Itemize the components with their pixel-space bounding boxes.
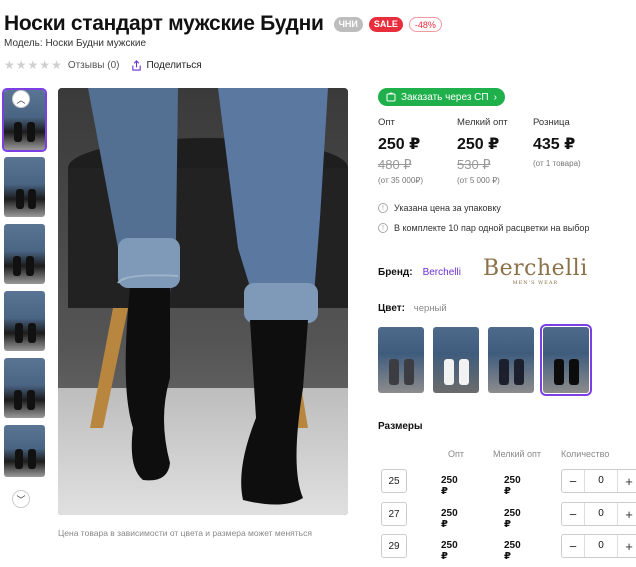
star-icon: ★ xyxy=(27,58,39,72)
info-text: Указана цена за упаковку xyxy=(394,203,501,213)
brand-row: Бренд: Berchelli Berchelli MEN'S WEAR xyxy=(378,256,588,287)
brand-label: Бренд: xyxy=(378,266,413,278)
brand-logo[interactable]: Berchelli MEN'S WEAR xyxy=(482,256,588,287)
size-opt-price: 250 ₽ xyxy=(441,508,458,530)
color-swatch-gray[interactable] xyxy=(378,327,424,393)
thumbnails-up-button[interactable]: ︿ xyxy=(12,90,30,108)
star-icon: ★ xyxy=(39,58,51,72)
model-label: Модель: Носки Будни мужские xyxy=(4,38,147,49)
chevron-down-icon: ﹀ xyxy=(16,494,26,505)
price-note: (от 5 000 ₽) xyxy=(457,176,500,185)
price-current: 435 ₽ xyxy=(533,136,576,153)
size-opt-price: 250 ₽ xyxy=(441,475,458,497)
quantity-input[interactable]: 0 xyxy=(584,535,618,557)
size-small-opt-price: 250 ₽ xyxy=(504,508,521,530)
brand-link[interactable]: Berchelli xyxy=(423,267,461,278)
chi-badge: ЧНИ xyxy=(333,16,363,32)
price-note: (от 1 товара) xyxy=(533,159,581,168)
header-opt: Опт xyxy=(448,449,464,459)
size-small-opt-price: 250 ₽ xyxy=(504,540,521,562)
rating-stars[interactable]: ★ ★ ★ ★ ★ xyxy=(4,58,62,72)
title-row: Носки стандарт мужские Будни ЧНИ SALE -4… xyxy=(4,12,442,36)
price-current: 250 ₽ xyxy=(457,136,500,153)
size-opt-price: 250 ₽ xyxy=(441,540,458,562)
chevron-right-icon: › xyxy=(493,91,497,103)
color-row: Цвет: черный xyxy=(378,303,447,314)
color-swatches xyxy=(378,324,592,396)
minus-button[interactable]: − xyxy=(562,539,584,554)
color-swatch-navy[interactable] xyxy=(488,327,534,393)
size-value: 25 xyxy=(381,469,407,493)
star-icon: ★ xyxy=(4,58,15,72)
star-icon: ★ xyxy=(51,58,62,72)
price-retail: Розница 435 ₽ (от 1 товара) xyxy=(533,117,581,168)
thumbnail-4[interactable] xyxy=(4,291,45,351)
info-line: ! Указана цена за упаковку xyxy=(378,203,501,213)
plus-button[interactable]: + xyxy=(618,539,636,554)
color-swatch-white[interactable] xyxy=(433,327,479,393)
info-text: В комплекте 10 пар одной расцветки на вы… xyxy=(394,223,590,233)
sizes-title: Размеры xyxy=(378,421,423,432)
product-main-image[interactable] xyxy=(58,88,348,515)
quantity-input[interactable]: 0 xyxy=(584,503,618,525)
socks-photo xyxy=(58,88,348,515)
price-old: 480 ₽ xyxy=(378,157,412,172)
brand-logo-word: Berchelli xyxy=(482,256,588,281)
size-value: 27 xyxy=(381,502,407,526)
info-icon: ! xyxy=(378,223,388,233)
cart-icon xyxy=(386,92,396,102)
info-line: ! В комплекте 10 пар одной расцветки на … xyxy=(378,223,589,233)
reviews-link[interactable]: Отзывы (0) xyxy=(68,60,120,71)
price-label: Опт xyxy=(378,117,395,128)
color-value: черный xyxy=(413,303,447,314)
header-quantity: Количество xyxy=(561,449,610,459)
share-button[interactable]: Поделиться xyxy=(131,59,202,71)
brand-logo-sub: MEN'S WEAR xyxy=(512,280,559,286)
product-title: Носки стандарт мужские Будни xyxy=(4,12,324,35)
quantity-stepper: − 0 + xyxy=(561,534,636,558)
size-small-opt-price: 250 ₽ xyxy=(504,475,521,497)
sale-badge: SALE xyxy=(368,16,403,32)
plus-button[interactable]: + xyxy=(618,474,636,489)
minus-button[interactable]: − xyxy=(562,507,584,522)
price-current: 250 ₽ xyxy=(378,136,421,153)
discount-badge: -48% xyxy=(408,16,442,32)
size-value: 29 xyxy=(381,534,407,558)
image-caption: Цена товара в зависимости от цвета и раз… xyxy=(58,528,312,538)
info-icon: ! xyxy=(378,203,388,213)
thumbnail-5[interactable] xyxy=(4,358,45,418)
order-label: Заказать через СП xyxy=(401,91,489,103)
price-label: Розница xyxy=(533,117,570,128)
header-small-opt: Мелкий опт xyxy=(493,449,542,459)
thumbnails-down-button[interactable]: ﹀ xyxy=(12,490,30,508)
chevron-up-icon: ︿ xyxy=(16,94,26,105)
quantity-input[interactable]: 0 xyxy=(584,470,618,492)
price-label: Мелкий опт xyxy=(457,117,508,128)
plus-button[interactable]: + xyxy=(618,507,636,522)
rating-row: ★ ★ ★ ★ ★ Отзывы (0) Поделиться xyxy=(4,58,202,72)
quantity-stepper: − 0 + xyxy=(561,469,636,493)
price-opt: Опт 250 ₽ 480 ₽ (от 35 000₽) xyxy=(378,117,423,185)
thumbnail-strip xyxy=(2,88,48,484)
share-icon xyxy=(132,59,142,71)
thumbnail-6[interactable] xyxy=(4,425,45,477)
share-label: Поделиться xyxy=(146,59,202,71)
color-swatch-black[interactable] xyxy=(540,324,592,396)
price-old: 530 ₽ xyxy=(457,157,491,172)
star-icon: ★ xyxy=(15,58,27,72)
thumbnail-2[interactable] xyxy=(4,157,45,217)
color-label: Цвет: xyxy=(378,303,405,314)
minus-button[interactable]: − xyxy=(562,474,584,489)
price-small-opt: Мелкий опт 250 ₽ 530 ₽ (от 5 000 ₽) xyxy=(457,117,508,185)
thumbnail-3[interactable] xyxy=(4,224,45,284)
quantity-stepper: − 0 + xyxy=(561,502,636,526)
price-note: (от 35 000₽) xyxy=(378,176,424,185)
order-via-sp-button[interactable]: Заказать через СП › xyxy=(378,88,505,106)
